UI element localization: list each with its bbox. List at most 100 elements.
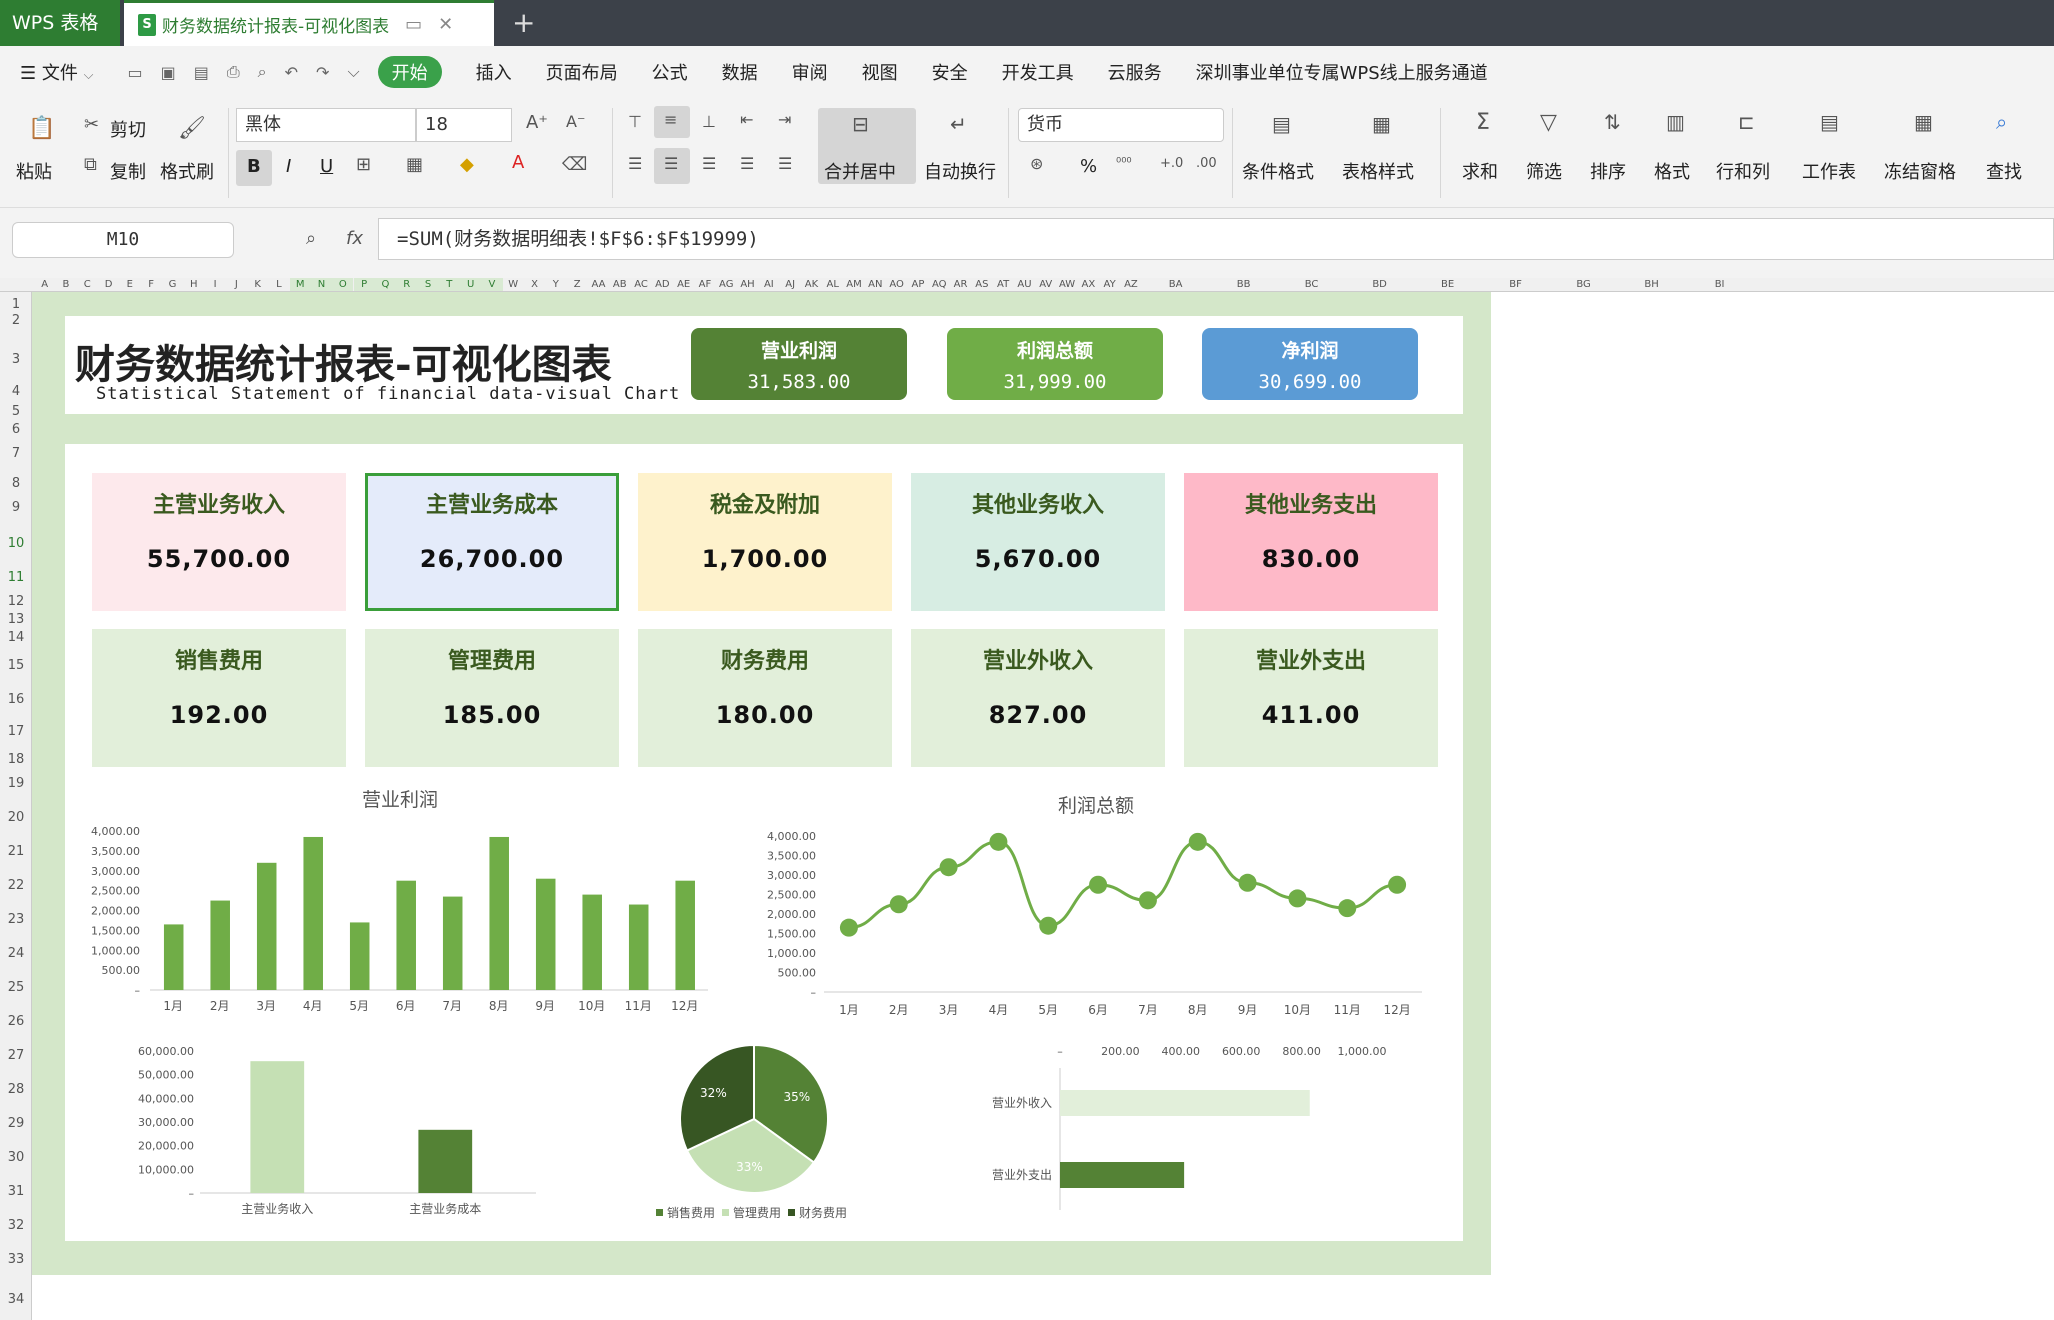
y-tick-label: 2,000.00 xyxy=(91,905,140,918)
slice-label: 35% xyxy=(784,1090,811,1104)
x-tick-label: 5月 xyxy=(349,999,369,1013)
x-tick-label: 主营业务收入 xyxy=(241,1201,313,1216)
data-point xyxy=(1288,889,1307,908)
y-tick-label: 1,000.00 xyxy=(767,947,816,960)
y-tick-label: 10,000.00 xyxy=(138,1163,194,1176)
y-tick-label: 20,000.00 xyxy=(138,1140,194,1153)
bar xyxy=(163,924,184,990)
legend-swatch xyxy=(788,1209,795,1216)
x-tick-label: 8月 xyxy=(1188,1003,1208,1017)
bar xyxy=(675,880,695,990)
y-tick-label: 1,500.00 xyxy=(767,928,816,941)
x-tick-label: 11月 xyxy=(1334,1003,1361,1017)
legend-label: 财务费用 xyxy=(799,1205,847,1220)
x-tick-label: 600.00 xyxy=(1222,1045,1261,1058)
bar xyxy=(418,1129,473,1193)
y-tick-label: 2,500.00 xyxy=(91,885,140,898)
y-tick-label: 1,000.00 xyxy=(91,944,140,957)
data-point xyxy=(1388,875,1407,894)
x-tick-label: 5月 xyxy=(1038,1003,1058,1017)
x-tick-label: 10月 xyxy=(1284,1003,1311,1017)
y-tick-label: 500.00 xyxy=(102,964,141,977)
x-tick-label: 7月 xyxy=(442,999,462,1013)
legend-label: 管理费用 xyxy=(733,1205,781,1220)
y-tick-label: 3,500.00 xyxy=(767,850,816,863)
x-tick-label: 1,000.00 xyxy=(1338,1045,1387,1058)
data-point xyxy=(989,832,1008,851)
x-tick-label: – xyxy=(1057,1045,1063,1058)
x-tick-label: 7月 xyxy=(1138,1003,1158,1017)
bar xyxy=(582,894,602,990)
y-tick-label: 30,000.00 xyxy=(138,1116,194,1129)
chart-title: 营业利润 xyxy=(362,789,438,811)
data-point xyxy=(1138,891,1157,910)
y-tick-label: 1,500.00 xyxy=(91,924,140,937)
x-tick-label: 12月 xyxy=(1383,1003,1410,1017)
x-tick-label: 4月 xyxy=(303,999,323,1013)
chart-title: 利润总额 xyxy=(1058,795,1134,817)
y-tick-label: – xyxy=(189,1187,195,1200)
x-tick-label: 9月 xyxy=(1238,1003,1258,1017)
data-point xyxy=(839,918,858,937)
y-tick-label: 营业外支出 xyxy=(992,1168,1052,1182)
y-tick-label: 40,000.00 xyxy=(138,1092,194,1105)
y-tick-label: – xyxy=(135,984,141,997)
data-point xyxy=(1188,832,1207,851)
bar xyxy=(256,862,277,990)
x-tick-label: 1月 xyxy=(839,1003,859,1017)
x-tick-label: 200.00 xyxy=(1101,1045,1140,1058)
bar xyxy=(535,878,556,990)
x-tick-label: 4月 xyxy=(989,1003,1009,1017)
x-tick-label: 主营业务成本 xyxy=(409,1201,481,1216)
x-tick-label: 3月 xyxy=(256,999,276,1013)
x-tick-label: 6月 xyxy=(396,999,416,1013)
bar xyxy=(442,896,463,990)
x-tick-label: 3月 xyxy=(939,1003,959,1017)
x-tick-label: 12月 xyxy=(671,999,698,1013)
x-tick-label: 10月 xyxy=(578,999,605,1013)
bar xyxy=(489,836,509,990)
data-point xyxy=(1338,899,1357,918)
data-point xyxy=(1238,873,1257,892)
x-tick-label: 1月 xyxy=(163,999,183,1013)
x-tick-label: 8月 xyxy=(489,999,509,1013)
data-point xyxy=(1089,875,1108,894)
y-tick-label: 4,000.00 xyxy=(91,825,140,838)
y-tick-label: 2,500.00 xyxy=(767,889,816,902)
bar xyxy=(349,922,370,990)
bar xyxy=(250,1061,305,1193)
x-tick-label: 11月 xyxy=(625,999,652,1013)
bar xyxy=(303,836,323,990)
data-point xyxy=(889,895,908,914)
legend-swatch xyxy=(656,1209,663,1216)
y-tick-label: 营业外收入 xyxy=(992,1096,1052,1110)
bar xyxy=(210,900,230,990)
y-tick-label: 60,000.00 xyxy=(138,1045,194,1058)
y-tick-label: 500.00 xyxy=(778,967,817,980)
bar xyxy=(628,904,649,990)
x-tick-label: 2月 xyxy=(889,1003,909,1017)
y-tick-label: 4,000.00 xyxy=(767,830,816,843)
bar xyxy=(1060,1162,1185,1188)
x-tick-label: 400.00 xyxy=(1162,1045,1201,1058)
y-tick-label: 2,000.00 xyxy=(767,908,816,921)
legend-swatch xyxy=(722,1209,729,1216)
legend-label: 销售费用 xyxy=(667,1205,715,1220)
data-point xyxy=(939,858,958,877)
bar xyxy=(396,880,416,990)
y-tick-label: – xyxy=(811,986,817,999)
x-tick-label: 800.00 xyxy=(1282,1045,1321,1058)
x-tick-label: 2月 xyxy=(210,999,230,1013)
y-tick-label: 50,000.00 xyxy=(138,1069,194,1082)
slice-label: 33% xyxy=(736,1160,763,1174)
y-tick-label: 3,000.00 xyxy=(91,865,140,878)
y-tick-label: 3,500.00 xyxy=(91,845,140,858)
y-tick-label: 3,000.00 xyxy=(767,869,816,882)
slice-label: 32% xyxy=(700,1086,727,1100)
x-tick-label: 9月 xyxy=(535,999,555,1013)
series-line xyxy=(848,840,1398,930)
charts-layer: 营业利润 – 500.00 1,000.00 1,500.00 2,000.00 2,500… xyxy=(91,789,1422,1220)
x-tick-label: 6月 xyxy=(1088,1003,1108,1017)
data-point xyxy=(1039,916,1058,935)
bar xyxy=(1060,1090,1310,1116)
